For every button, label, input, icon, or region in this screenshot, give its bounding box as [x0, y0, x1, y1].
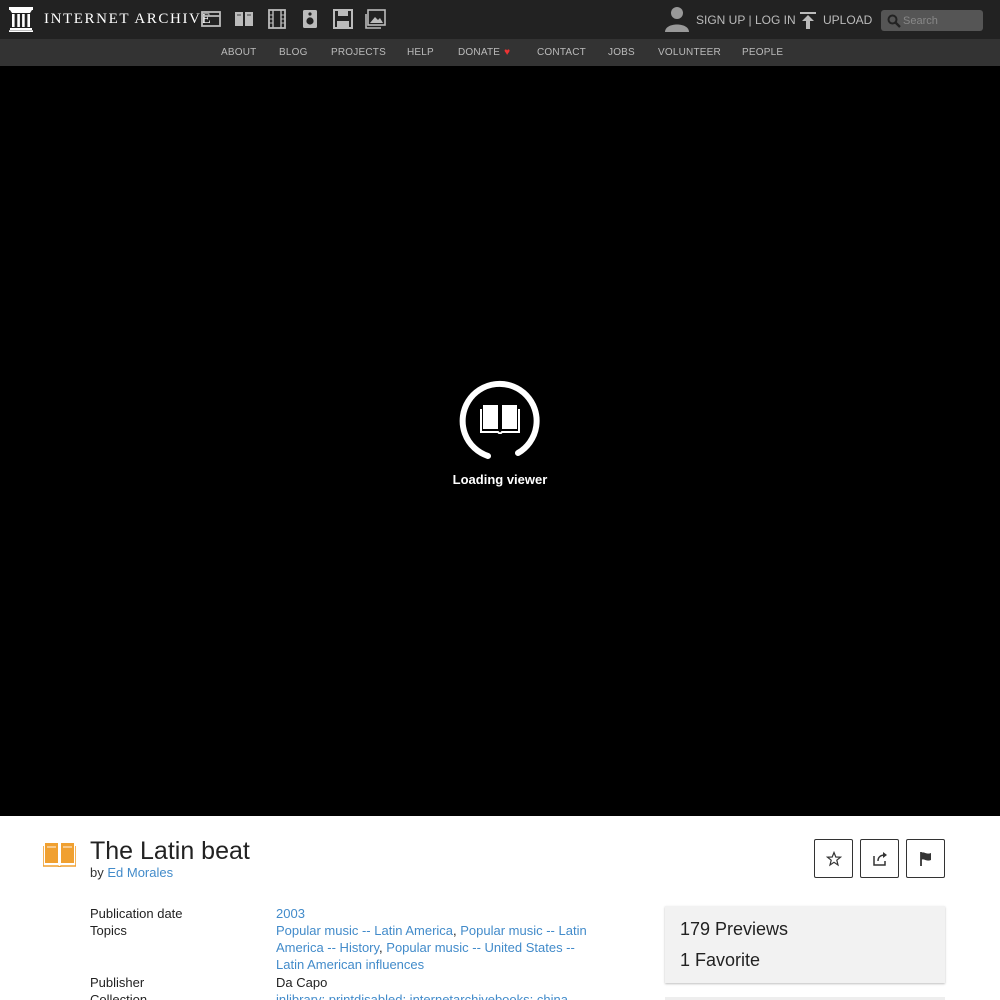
- nav-about[interactable]: ABOUT: [221, 47, 256, 58]
- secondary-nav: ABOUT BLOG PROJECTS HELP DONATE ♥ CONTACT…: [0, 39, 1000, 66]
- collection-value: inlibrary; printdisabled; internetarchiv…: [276, 991, 616, 1000]
- item-title: The Latin beat: [90, 837, 250, 865]
- nav-donate[interactable]: DONATE ♥: [458, 47, 510, 58]
- nav-help[interactable]: HELP: [407, 47, 434, 58]
- nav-jobs[interactable]: JOBS: [608, 47, 635, 58]
- audio-icon[interactable]: [299, 9, 321, 29]
- internet-archive-logo-icon[interactable]: [9, 7, 33, 32]
- texts-icon: [43, 843, 76, 867]
- byline-prefix: by: [90, 865, 104, 880]
- auth-separator: |: [748, 13, 752, 27]
- sign-up-link[interactable]: SIGN UP: [696, 13, 745, 27]
- search-icon[interactable]: [887, 14, 901, 28]
- auth-links: SIGN UP | LOG IN: [696, 13, 796, 27]
- publication-date-value: 2003: [276, 905, 616, 922]
- topics-label: Topics: [90, 923, 127, 938]
- video-icon[interactable]: [266, 9, 288, 29]
- publisher-value: Da Capo: [276, 975, 328, 990]
- star-icon: [826, 851, 842, 867]
- upload-icon[interactable]: [799, 11, 817, 29]
- share-button[interactable]: [860, 839, 899, 878]
- publisher-label: Publisher: [90, 975, 145, 990]
- nav-volunteer[interactable]: VOLUNTEER: [658, 47, 721, 58]
- top-bar: INTERNET ARCHIVE SIGN UP | LOG IN UPLOAD…: [0, 0, 1000, 39]
- item-stats-box: 179 Previews 1 Favorite: [665, 906, 945, 983]
- nav-contact[interactable]: CONTACT: [537, 47, 586, 58]
- byline: by Ed Morales: [90, 865, 173, 880]
- search-box: [881, 10, 983, 31]
- flag-icon: [920, 852, 931, 866]
- site-wordmark[interactable]: INTERNET ARCHIVE: [44, 11, 212, 28]
- open-book-icon: [480, 405, 520, 434]
- topic-link[interactable]: Popular music -- Latin America: [276, 923, 453, 938]
- share-icon: [873, 852, 887, 866]
- upload-link[interactable]: UPLOAD: [823, 13, 872, 27]
- log-in-link[interactable]: LOG IN: [755, 13, 796, 27]
- heart-icon: ♥: [504, 47, 511, 58]
- search-input[interactable]: [903, 13, 979, 28]
- nav-people[interactable]: PEOPLE: [742, 47, 783, 58]
- author-link[interactable]: Ed Morales: [107, 865, 173, 880]
- item-details: The Latin beat by Ed Morales Publication…: [0, 816, 1000, 1000]
- web-icon[interactable]: [200, 9, 222, 29]
- publication-date-label: Publication date: [90, 906, 183, 921]
- favorite-button[interactable]: [814, 839, 853, 878]
- nav-blog[interactable]: BLOG: [279, 47, 308, 58]
- software-icon[interactable]: [332, 9, 354, 29]
- publication-date-link[interactable]: 2003: [276, 906, 305, 921]
- nav-donate-label: DONATE: [458, 47, 501, 58]
- collection-link[interactable]: inlibrary; printdisabled; internetarchiv…: [276, 992, 568, 1000]
- collection-label: Collection: [90, 992, 148, 1000]
- user-avatar-icon[interactable]: [665, 6, 689, 32]
- texts-icon[interactable]: [233, 9, 255, 29]
- nav-projects[interactable]: PROJECTS: [331, 47, 386, 58]
- book-viewer[interactable]: Loading viewer: [0, 66, 1000, 816]
- previews-count: 179 Previews: [680, 919, 789, 939]
- loading-viewer-text: Loading viewer: [452, 472, 548, 487]
- images-icon[interactable]: [365, 9, 387, 29]
- favorites-count[interactable]: 1 Favorite: [680, 950, 760, 971]
- topics-value: Popular music -- Latin America, Popular …: [276, 922, 606, 973]
- flag-button[interactable]: [906, 839, 945, 878]
